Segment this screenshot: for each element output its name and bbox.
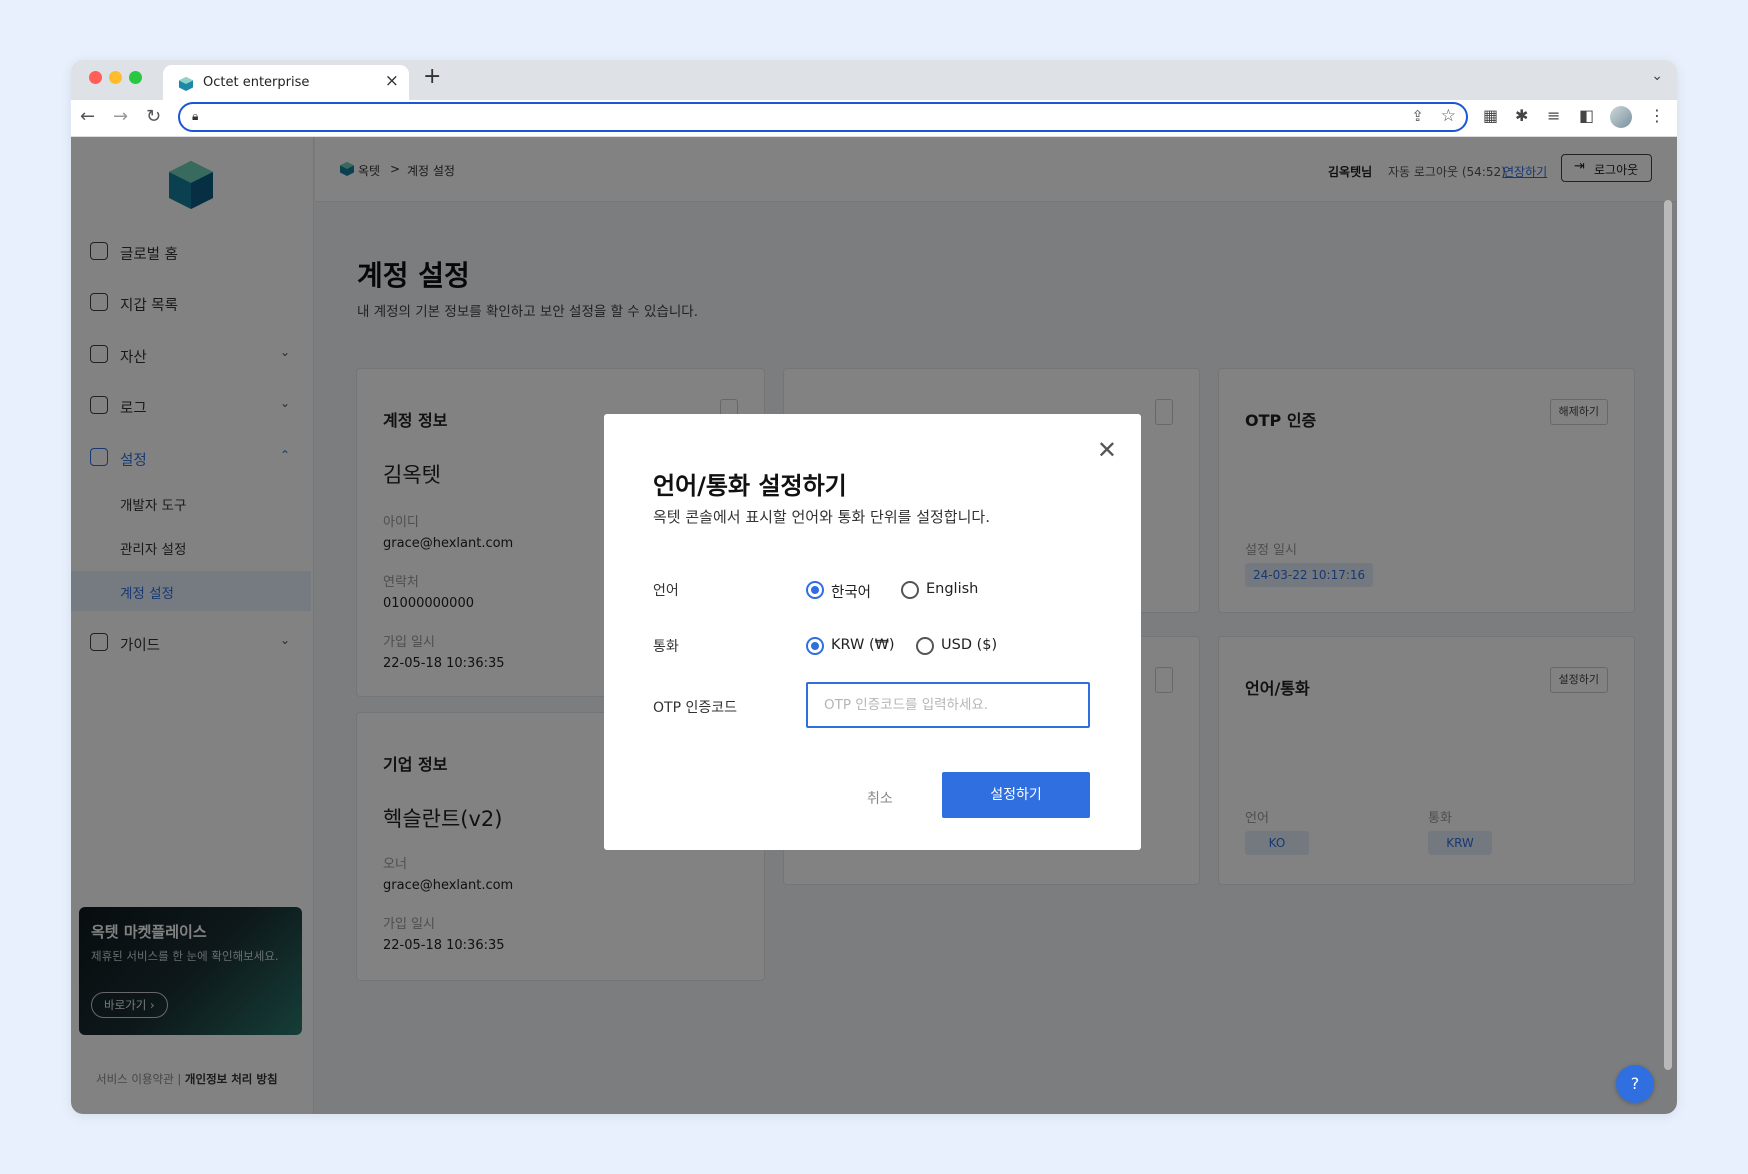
tab-strip: Octet enterprise × + ⌄ — [71, 60, 1677, 100]
close-icon[interactable]: ✕ — [1097, 436, 1117, 464]
profile-avatar[interactable] — [1610, 106, 1632, 128]
back-icon[interactable]: ← — [80, 106, 95, 127]
reload-icon[interactable]: ↻ — [146, 106, 161, 127]
submit-setting-button[interactable]: 설정하기 — [942, 772, 1090, 818]
browser-tab[interactable]: Octet enterprise × — [163, 65, 409, 100]
currency-radio-usd[interactable] — [916, 637, 934, 655]
otp-row-label: OTP 인증코드 — [653, 700, 737, 716]
currency-option-usd[interactable]: USD ($) — [941, 637, 997, 653]
language-radio-korean[interactable] — [806, 581, 824, 599]
page-scrollbar[interactable] — [1664, 200, 1672, 1070]
language-option-english[interactable]: English — [926, 581, 978, 597]
language-option-korean[interactable]: 한국어 — [831, 581, 871, 602]
address-bar[interactable]: 🔒︎ ⇪ ☆ — [178, 102, 1468, 132]
forward-icon[interactable]: → — [113, 106, 128, 127]
new-tab-button[interactable]: + — [423, 64, 441, 89]
currency-option-krw[interactable]: KRW (₩) — [831, 637, 895, 653]
language-currency-modal: ✕ 언어/통화 설정하기 옥텟 콘솔에서 표시할 언어와 통화 단위를 설정합니… — [604, 414, 1141, 850]
browser-toolbar: ← → ↻ 🔒︎ ⇪ ☆ ▦ ✱ ≡ ◧ ⋮ — [71, 100, 1677, 137]
extensions-icon[interactable]: ✱ — [1515, 106, 1528, 125]
close-window-button[interactable] — [89, 71, 102, 84]
browser-menu-icon[interactable]: ⋮ — [1649, 106, 1665, 125]
qr-code-icon[interactable]: ▦ — [1483, 106, 1498, 125]
share-icon[interactable]: ⇪ — [1411, 107, 1424, 125]
media-control-icon[interactable]: ≡ — [1547, 106, 1560, 125]
lock-icon[interactable]: 🔒︎ — [192, 109, 198, 124]
language-radio-english[interactable] — [901, 581, 919, 599]
tab-close-icon[interactable]: × — [385, 71, 399, 91]
tab-title: Octet enterprise — [203, 75, 310, 90]
modal-description: 옥텟 콘솔에서 표시할 언어와 통화 단위를 설정합니다. — [653, 508, 990, 526]
language-row-label: 언어 — [653, 583, 679, 599]
maximize-window-button[interactable] — [129, 71, 142, 84]
side-panel-icon[interactable]: ◧ — [1579, 106, 1594, 125]
cancel-button[interactable]: 취소 — [867, 788, 893, 808]
currency-row-label: 통화 — [653, 639, 679, 655]
modal-title: 언어/통화 설정하기 — [653, 472, 847, 500]
bookmark-star-icon[interactable]: ☆ — [1441, 106, 1456, 126]
otp-code-input[interactable] — [806, 682, 1090, 728]
help-button[interactable]: ? — [1616, 1065, 1654, 1103]
octet-favicon-icon — [179, 77, 193, 91]
currency-radio-krw[interactable] — [806, 637, 824, 655]
minimize-window-button[interactable] — [109, 71, 122, 84]
tab-search-icon[interactable]: ⌄ — [1651, 68, 1663, 84]
